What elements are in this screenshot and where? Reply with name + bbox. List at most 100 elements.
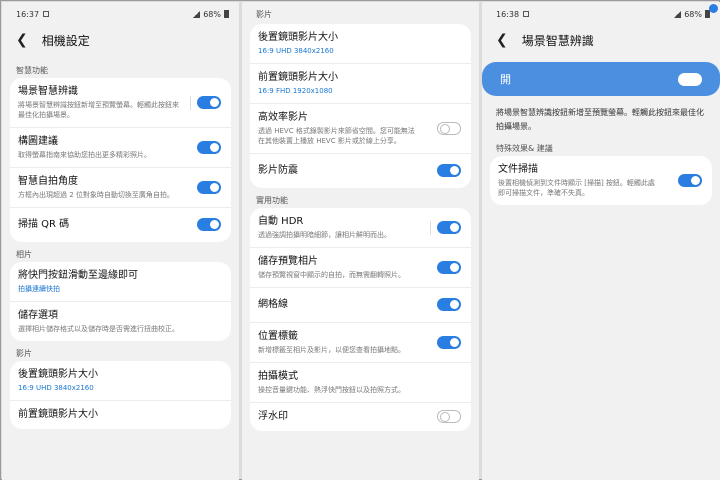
settings-card: 將快門按鈕滑動至邊緣即可 拍攝連續快拍 儲存選項 選擇相片儲存格式以及儲存時是否…	[10, 262, 231, 341]
setting-row[interactable]: 後置鏡頭影片大小 16:9 UHD 3840x2160	[250, 24, 471, 64]
panel-camera-settings: 16:37 68% ❮ 相機設定 智慧功能 場景智慧辨識 將場景智慧辨識按鈕新增…	[2, 2, 239, 480]
status-time: 16:38	[496, 9, 520, 19]
setting-title: 場景智慧辨識	[18, 86, 78, 97]
setting-title: 浮水印	[258, 411, 288, 422]
panel-scene-optimizer: 16:38 68% ❮ 場景智慧辨識 開 將場景智慧辨識按鈕新增至預覽螢幕。輕觸…	[482, 2, 720, 480]
setting-title: 後置鏡頭影片大小	[258, 32, 338, 43]
setting-subtitle: 透過強調拍攝明暗細節，讓相片鮮明而出。	[258, 231, 391, 239]
page-title: 場景智慧辨識	[521, 33, 594, 48]
section-label: 特殊效果& 建議	[496, 144, 553, 153]
setting-subtitle: 新增標籤至相片及影片，以便您查看拍攝地點。	[258, 346, 405, 354]
setting-title: 前置鏡頭影片大小	[258, 72, 338, 83]
setting-title: 位置標籤	[258, 331, 298, 342]
setting-subtitle: 操控音量鍵功能、熱浮快門按鈕以及拍照方式。	[258, 386, 405, 394]
setting-title: 後置鏡頭影片大小	[18, 369, 98, 380]
setting-row[interactable]: 後置鏡頭影片大小 16:9 UHD 3840x2160	[10, 361, 231, 401]
section-label: 影片	[16, 349, 32, 358]
battery-icon	[224, 10, 229, 18]
section-label: 影片	[256, 10, 272, 19]
toggle-switch[interactable]	[197, 218, 221, 231]
setting-row[interactable]: 高效率影片 透過 HEVC 格式錄製影片來節省空間。您可能無法在其他裝置上播放 …	[250, 104, 471, 154]
toggle-switch[interactable]	[197, 95, 221, 109]
panel-camera-settings-scrolled: 影片 後置鏡頭影片大小 16:9 UHD 3840x2160 前置鏡頭影片大小 …	[242, 2, 479, 480]
section-label: 智慧功能	[16, 66, 48, 75]
setting-row[interactable]: 網格線	[250, 288, 471, 323]
setting-subtitle: 16:9 UHD 3840x2160	[18, 384, 94, 392]
setting-title: 網格線	[258, 299, 288, 310]
master-toggle-switch[interactable]	[678, 72, 702, 86]
setting-row[interactable]: 位置標籤 新增標籤至相片及影片，以便您查看拍攝地點。	[250, 323, 471, 363]
setting-subtitle: 後置相機偵測到文件時顯示 [掃描] 按鈕。輕觸此處即可掃描文件，準確不失真。	[498, 179, 655, 197]
toggle-switch[interactable]	[437, 298, 461, 311]
setting-row[interactable]: 掃描 QR 碼	[10, 208, 231, 242]
setting-title: 文件掃描	[498, 164, 538, 175]
setting-row[interactable]: 文件掃描 後置相機偵測到文件時顯示 [掃描] 按鈕。輕觸此處即可掃描文件，準確不…	[490, 156, 712, 205]
setting-row[interactable]: 智慧自拍角度 方框內出現超過 2 位對象時自動切換至廣角自拍。	[10, 168, 231, 208]
setting-row[interactable]: 拍攝模式 操控音量鍵功能、熱浮快門按鈕以及拍照方式。	[250, 363, 471, 403]
section-label: 實用功能	[256, 196, 288, 205]
back-arrow-icon[interactable]: ❮	[16, 32, 28, 48]
setting-title: 自動 HDR	[258, 216, 304, 227]
setting-title: 拍攝模式	[258, 371, 298, 382]
setting-row[interactable]: 將快門按鈕滑動至邊緣即可 拍攝連續快拍	[10, 262, 231, 302]
setting-subtitle: 16:9 UHD 3840x2160	[258, 47, 334, 55]
toggle-switch[interactable]	[437, 164, 461, 177]
setting-title: 影片防震	[258, 165, 298, 176]
setting-subtitle: 16:9 FHD 1920x1080	[258, 87, 333, 95]
notification-icon	[523, 11, 530, 17]
divider	[190, 95, 191, 110]
toggle-switch[interactable]	[437, 220, 461, 234]
setting-row[interactable]: 儲存選項 選擇相片儲存格式以及儲存時是否需進行扭曲校正。	[10, 302, 231, 341]
settings-card: 後置鏡頭影片大小 16:9 UHD 3840x2160 前置鏡頭影片大小 16:…	[250, 24, 471, 188]
back-arrow-icon[interactable]: ❮	[496, 32, 508, 48]
battery-percent: 68%	[203, 9, 221, 19]
settings-card: 文件掃描 後置相機偵測到文件時顯示 [掃描] 按鈕。輕觸此處即可掃描文件，準確不…	[490, 156, 712, 205]
setting-title: 掃描 QR 碼	[18, 219, 70, 230]
notification-icon	[43, 11, 50, 17]
setting-row[interactable]: 儲存預覽相片 儲存預覽視窗中顯示的自拍，而無需翻轉照片。	[250, 248, 471, 288]
toggle-switch[interactable]	[437, 260, 461, 274]
setting-title: 智慧自拍角度	[18, 176, 78, 187]
setting-row[interactable]: 場景智慧辨識 將場景智慧辨識按鈕新增至預覽螢幕。輕觸此按鈕來最佳化拍攝場景。	[10, 78, 231, 128]
battery-percent: 68%	[684, 9, 702, 19]
setting-subtitle: 選擇相片儲存格式以及儲存時是否需進行扭曲校正。	[18, 325, 179, 333]
setting-row[interactable]: 浮水印	[250, 403, 471, 431]
setting-subtitle: 取得螢幕指南來協助您拍出更多精彩照片。	[18, 151, 151, 159]
setting-subtitle: 儲存預覽視窗中顯示的自拍，而無需翻轉照片。	[258, 271, 405, 279]
setting-row[interactable]: 前置鏡頭影片大小	[10, 401, 231, 429]
signal-icon	[674, 10, 682, 18]
screenshot-frame: 16:37 68% ❮ 相機設定 智慧功能 場景智慧辨識 將場景智慧辨識按鈕新增…	[0, 0, 720, 480]
toggle-switch[interactable]	[197, 180, 221, 194]
master-switch-label: 開	[500, 73, 511, 86]
setting-title: 前置鏡頭影片大小	[18, 409, 98, 420]
setting-title: 儲存預覽相片	[258, 256, 318, 267]
settings-card: 後置鏡頭影片大小 16:9 UHD 3840x2160 前置鏡頭影片大小	[10, 361, 231, 429]
page-title: 相機設定	[41, 33, 90, 48]
setting-title: 儲存選項	[18, 310, 58, 321]
setting-row[interactable]: 自動 HDR 透過強調拍攝明暗細節，讓相片鮮明而出。	[250, 208, 471, 248]
toggle-switch[interactable]	[437, 335, 461, 349]
toggle-switch[interactable]	[437, 410, 461, 423]
setting-subtitle: 方框內出現超過 2 位對象時自動切換至廣角自拍。	[18, 191, 174, 199]
setting-row[interactable]: 前置鏡頭影片大小 16:9 FHD 1920x1080	[250, 64, 471, 104]
toggle-switch[interactable]	[437, 121, 461, 135]
section-label: 相片	[16, 250, 32, 259]
app-header: ❮ 相機設定	[2, 26, 239, 54]
setting-subtitle: 透過 HEVC 格式錄製影片來節省空間。您可能無法在其他裝置上播放 HEVC 影…	[258, 127, 415, 145]
divider	[430, 220, 431, 235]
app-header: ❮ 場景智慧辨識	[482, 26, 720, 54]
status-bar: 16:37 68%	[2, 2, 239, 26]
feature-description: 將場景智慧辨識按鈕新增至預覽螢幕。輕觸此按鈕來最佳化拍攝場景。	[496, 108, 704, 131]
master-switch-bar[interactable]: 開	[482, 62, 720, 96]
settings-card: 場景智慧辨識 將場景智慧辨識按鈕新增至預覽螢幕。輕觸此按鈕來最佳化拍攝場景。 構…	[10, 78, 231, 242]
setting-title: 將快門按鈕滑動至邊緣即可	[18, 270, 138, 281]
toggle-switch[interactable]	[197, 140, 221, 154]
setting-subtitle: 將場景智慧辨識按鈕新增至預覽螢幕。輕觸此按鈕來最佳化拍攝場景。	[18, 101, 179, 119]
setting-row[interactable]: 構圖建議 取得螢幕指南來協助您拍出更多精彩照片。	[10, 128, 231, 168]
setting-row[interactable]: 影片防震	[250, 154, 471, 188]
toggle-switch[interactable]	[678, 173, 702, 187]
settings-card: 自動 HDR 透過強調拍攝明暗細節，讓相片鮮明而出。 儲存預覽相片 儲存預覽視窗…	[250, 208, 471, 431]
setting-title: 高效率影片	[258, 112, 308, 123]
status-bar: 16:38 68%	[482, 2, 720, 26]
setting-subtitle: 拍攝連續快拍	[18, 285, 60, 293]
